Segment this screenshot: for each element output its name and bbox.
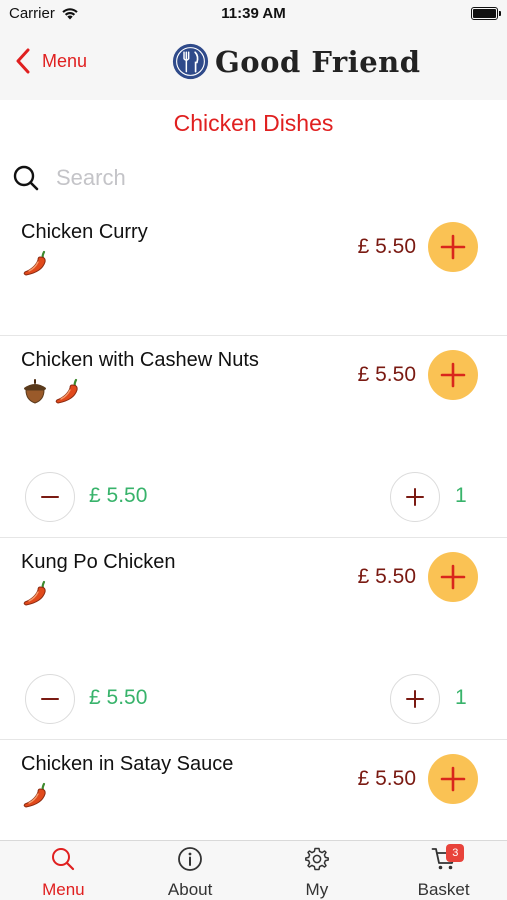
navigation-bar: Menu Good Friend (0, 26, 507, 100)
dish-tags (20, 578, 50, 608)
quantity-count: 1 (455, 484, 467, 507)
tab-label: About (167, 880, 213, 899)
tab-about[interactable]: About (127, 841, 254, 900)
back-button[interactable]: Menu (16, 48, 87, 74)
category-title: Chicken Dishes (173, 110, 334, 136)
dish-price: £ 5.50 (357, 565, 416, 588)
search-bar (12, 160, 495, 196)
tab-menu[interactable]: Menu (0, 841, 127, 900)
increase-quantity-button[interactable] (390, 674, 440, 724)
dish-price: £ 5.50 (357, 767, 416, 790)
tab-label: My (305, 880, 329, 899)
brand-name: Good Friend (215, 44, 421, 79)
chevron-left-icon (16, 48, 30, 74)
battery-icon (471, 7, 501, 20)
add-to-basket-button[interactable] (428, 552, 478, 602)
basket-count-badge: 3 (446, 844, 465, 862)
minus-icon (41, 698, 59, 700)
tab-basket[interactable]: 3 Basket (380, 841, 507, 900)
add-to-basket-button[interactable] (428, 350, 478, 400)
dish-item: Kung Po Chicken £ 5.50 £ 5.50 1 (0, 538, 507, 740)
basket-quantity-row: £ 5.50 1 (0, 674, 507, 724)
status-time: 11:39 AM (221, 5, 286, 22)
quantity-count: 1 (455, 686, 467, 709)
chili-icon (55, 378, 78, 404)
info-icon (178, 847, 203, 871)
plus-icon (440, 564, 466, 590)
dish-tags (20, 248, 50, 278)
plus-icon (440, 234, 466, 260)
plus-icon (440, 766, 466, 792)
brand: Good Friend (172, 43, 421, 80)
dish-item: Chicken with Cashew Nuts £ 5.50 £ 5.50 1 (0, 336, 507, 538)
nut-icon (24, 379, 46, 404)
dish-tags (20, 780, 50, 810)
plus-icon (440, 362, 466, 388)
decrease-quantity-button[interactable] (25, 472, 75, 522)
add-to-basket-button[interactable] (428, 754, 478, 804)
basket-line-price: £ 5.50 (89, 484, 148, 507)
tab-label: Basket (417, 880, 470, 899)
restaurant-logo-icon (172, 43, 209, 80)
dish-name: Chicken in Satay Sauce (21, 753, 234, 775)
decrease-quantity-button[interactable] (25, 674, 75, 724)
gear-icon (304, 847, 329, 871)
search-input[interactable] (56, 165, 456, 191)
dish-price: £ 5.50 (357, 235, 416, 258)
tab-bar: Menu About My 3 Basket (0, 840, 507, 900)
increase-quantity-button[interactable] (390, 472, 440, 522)
basket-line-price: £ 5.50 (89, 686, 148, 709)
basket-quantity-row: £ 5.50 1 (0, 472, 507, 522)
dish-name: Chicken with Cashew Nuts (21, 349, 259, 371)
status-bar: Carrier 11:39 AM (0, 0, 507, 26)
dish-name: Kung Po Chicken (21, 551, 176, 573)
dish-tags (20, 376, 82, 406)
back-button-label: Menu (42, 50, 88, 71)
minus-icon (41, 496, 59, 498)
search-icon (52, 848, 75, 871)
plus-icon (406, 690, 424, 708)
dish-item: Chicken in Satay Sauce £ 5.50 (0, 740, 507, 840)
chili-icon (23, 782, 46, 808)
dish-price: £ 5.50 (357, 363, 416, 386)
dish-name: Chicken Curry (21, 221, 148, 243)
add-to-basket-button[interactable] (428, 222, 478, 272)
search-icon (13, 165, 39, 191)
dish-item: Chicken Curry £ 5.50 (0, 208, 507, 336)
tab-label: Menu (42, 880, 85, 899)
tab-my[interactable]: My (254, 841, 381, 900)
plus-icon (406, 488, 424, 506)
chili-icon (23, 580, 46, 606)
chili-icon (23, 250, 46, 276)
